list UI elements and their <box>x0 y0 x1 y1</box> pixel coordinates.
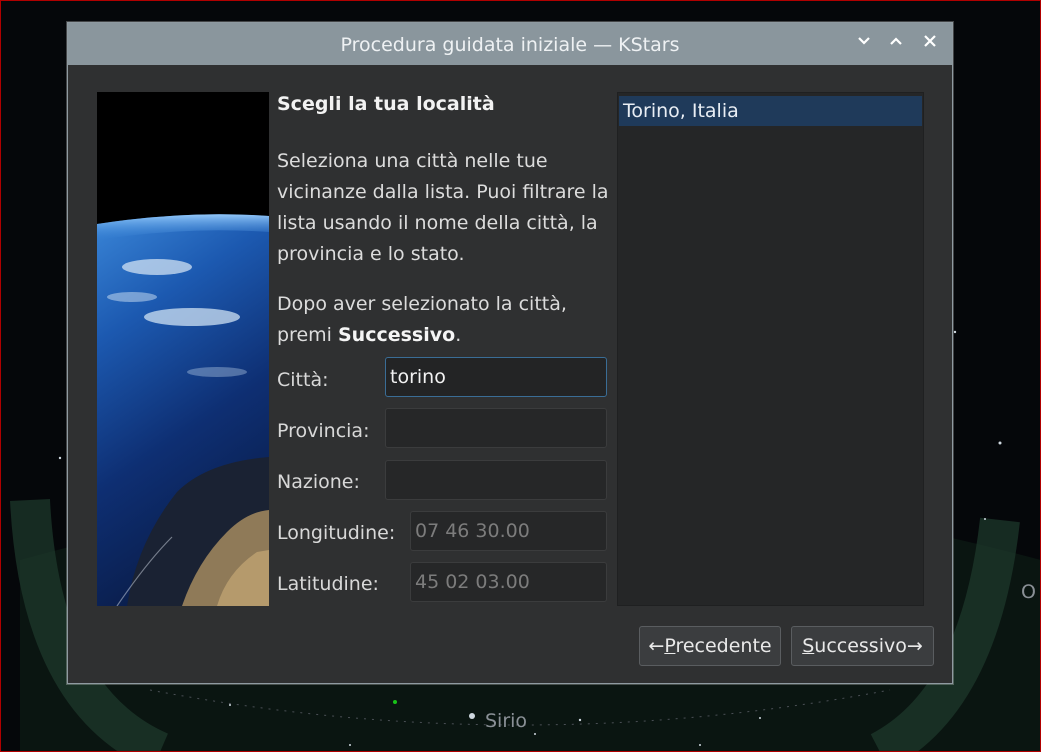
close-icon <box>924 35 936 47</box>
minimize-button[interactable] <box>854 33 874 53</box>
chevron-up-icon <box>890 37 902 45</box>
next-label: uccessivo <box>814 635 907 657</box>
page-heading: Scegli la tua località <box>277 93 495 115</box>
city-input[interactable] <box>385 357 607 397</box>
longitude-label: Longitudine: <box>277 522 396 544</box>
next-button[interactable]: Successivo→ <box>791 626 934 666</box>
back-arrow: ← <box>648 635 665 657</box>
back-button[interactable]: ←Precedente <box>639 626 781 666</box>
country-input[interactable] <box>385 460 607 500</box>
earth-image <box>97 92 269 606</box>
setup-wizard-dialog: Procedura guidata iniziale — KStars Sceg… <box>67 22 953 684</box>
instruction-end: . <box>455 324 462 346</box>
province-input[interactable] <box>385 408 607 448</box>
sky-label-sirius: Sirio <box>485 710 527 732</box>
back-mnemonic: P <box>664 635 676 657</box>
page-instruction: Dopo aver selezionato la città, premi Su… <box>277 289 617 351</box>
back-label: recedente <box>675 635 772 657</box>
province-label: Provincia: <box>277 420 370 442</box>
next-mnemonic: S <box>802 635 815 657</box>
page-description: Seleziona una città nelle tue vicinanze … <box>277 150 609 265</box>
latitude-label: Latitudine: <box>277 573 379 595</box>
list-item[interactable]: Torino, Italia <box>619 96 922 126</box>
title-bar[interactable]: Procedura guidata iniziale — KStars <box>68 23 952 65</box>
city-list[interactable]: Torino, Italia <box>617 92 924 606</box>
close-button[interactable] <box>920 33 940 53</box>
star-sirius <box>469 713 475 719</box>
city-label: Città: <box>277 369 329 391</box>
next-arrow: → <box>906 635 923 657</box>
latitude-field <box>410 562 607 602</box>
maximize-button[interactable] <box>886 33 906 53</box>
longitude-field <box>410 511 607 551</box>
sky-label-west: O <box>1021 581 1036 603</box>
instruction-next-emphasis: Successivo <box>337 324 456 346</box>
window-title: Procedura guidata iniziale — KStars <box>340 34 680 56</box>
chevron-down-icon <box>858 37 870 45</box>
country-label: Nazione: <box>277 471 360 493</box>
